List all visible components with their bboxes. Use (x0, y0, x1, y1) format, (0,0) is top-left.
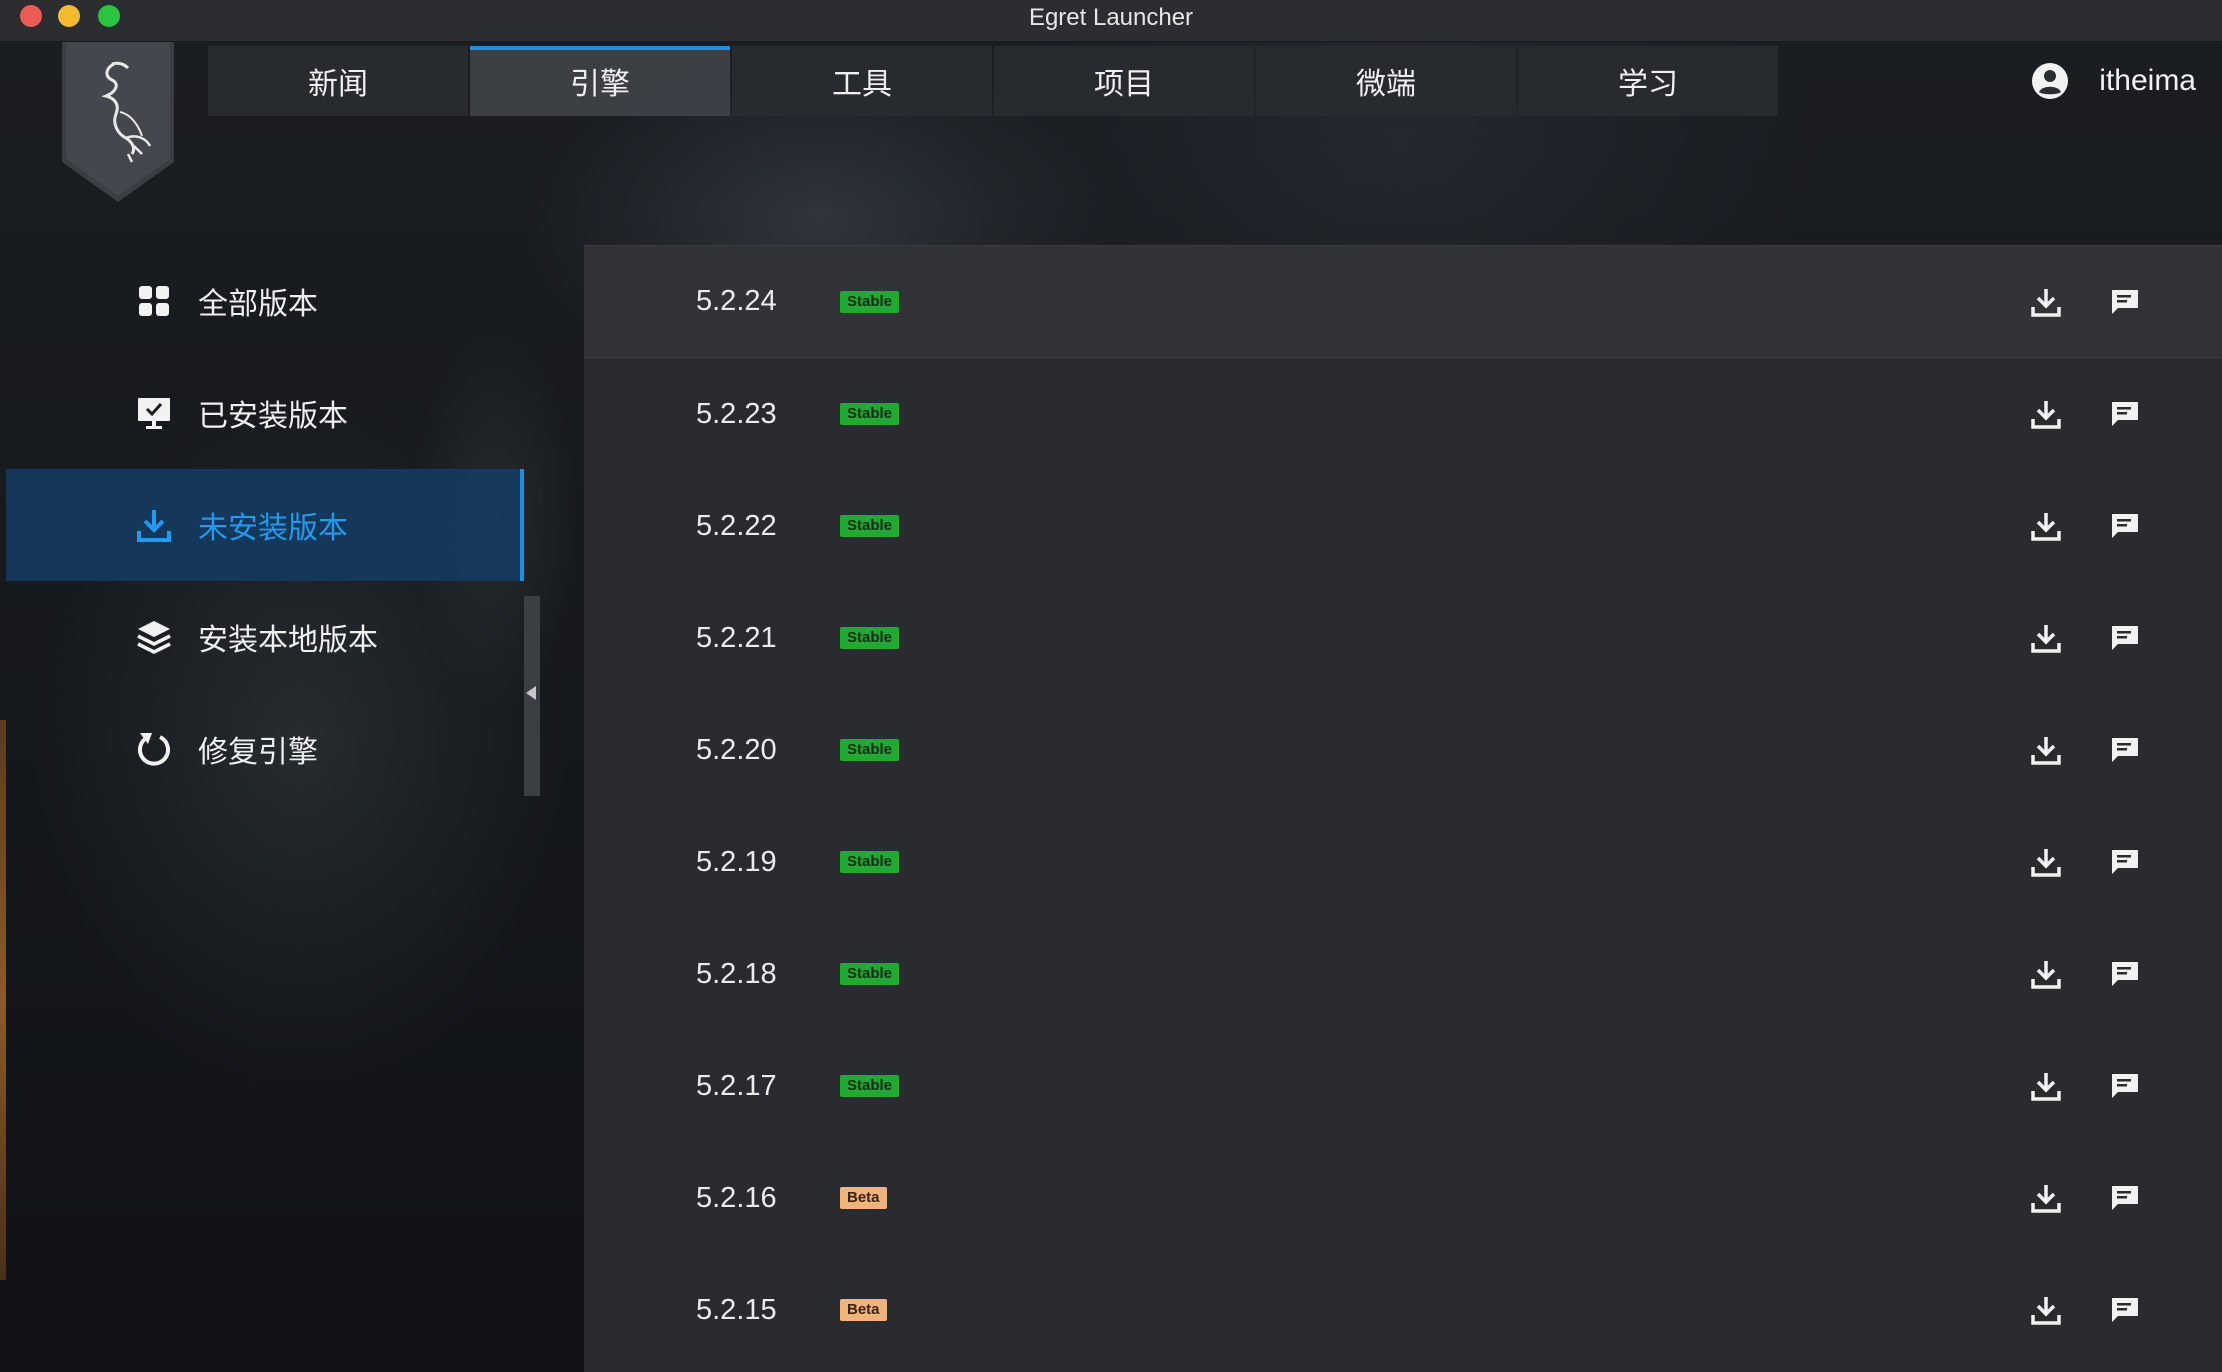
version-row[interactable]: 5.2.21 Stable (584, 582, 2222, 694)
status-badge: Stable (840, 739, 900, 761)
version-row[interactable]: 5.2.24 Stable (584, 246, 2222, 358)
download-icon[interactable] (2030, 1070, 2062, 1102)
status-badge: Stable (840, 403, 900, 425)
layers-icon (137, 621, 171, 654)
tab-label: 项目 (1094, 67, 1154, 102)
release-notes-icon[interactable] (2110, 624, 2140, 652)
status-badge: Stable (840, 290, 900, 313)
status-badge: Stable (840, 515, 900, 537)
sidebar-item-label: 安装本地版本 (198, 623, 378, 658)
sidebar-item-label: 未安装版本 (198, 511, 348, 546)
download-icon[interactable] (2030, 398, 2062, 430)
monitor-check-icon (138, 398, 170, 429)
chevron-left-icon (526, 686, 536, 700)
version-row[interactable]: 5.2.16 Beta (584, 1142, 2222, 1254)
sidebar-item-label: 已安装版本 (198, 399, 348, 434)
version-row[interactable]: 5.2.23 Stable (584, 358, 2222, 470)
status-badge: Stable (840, 1075, 900, 1097)
user-circle-icon (2032, 63, 2069, 99)
tab-label: 工具 (832, 67, 892, 102)
version-row[interactable]: 5.2.18 Stable (584, 918, 2222, 1030)
sidebar-item-label: 全部版本 (198, 287, 318, 322)
version-list: 5.2.24 Stable 5.2.23 Stable 5.2.22 Stabl… (584, 245, 2222, 1372)
version-number: 5.2.24 (696, 285, 777, 317)
version-number: 5.2.22 (696, 509, 777, 542)
tab-projects[interactable]: 项目 (994, 46, 1254, 116)
tab-label: 学习 (1618, 67, 1678, 102)
download-icon[interactable] (2030, 846, 2062, 878)
window-title: Egret Launcher (1028, 4, 1194, 31)
launcher-window: Egret Launcher 新闻 引擎 工具 项目 微端 学习 itheima (0, 0, 2222, 1372)
sidebar-item-not-installed[interactable]: 未安装版本 (6, 469, 524, 581)
status-badge: Stable (840, 851, 900, 873)
release-notes-icon[interactable] (2110, 736, 2140, 764)
download-icon[interactable] (2030, 734, 2062, 766)
version-number: 5.2.17 (696, 1069, 777, 1102)
release-notes-icon[interactable] (2110, 1296, 2140, 1324)
tab-news[interactable]: 新闻 (208, 46, 468, 116)
status-badge: Stable (840, 963, 900, 985)
sidebar-item-label: 修复引擎 (198, 735, 318, 770)
version-number: 5.2.20 (696, 733, 777, 766)
release-notes-icon[interactable] (2110, 960, 2140, 988)
download-icon[interactable] (2030, 958, 2062, 990)
egret-logo-icon[interactable] (62, 42, 174, 202)
tab-label: 新闻 (308, 67, 368, 102)
grid-icon (139, 286, 169, 316)
version-row[interactable]: 5.2.20 Stable (584, 694, 2222, 806)
refresh-icon (138, 733, 170, 766)
download-icon[interactable] (2030, 286, 2062, 318)
tab-learn[interactable]: 学习 (1518, 46, 1778, 116)
release-notes-icon[interactable] (2110, 288, 2140, 316)
version-number: 5.2.23 (696, 397, 777, 430)
sidebar-item-all-versions[interactable]: 全部版本 (6, 245, 524, 357)
version-number: 5.2.21 (696, 621, 777, 654)
tab-engine[interactable]: 引擎 (470, 46, 730, 116)
sidebar-collapse-handle[interactable] (524, 596, 540, 796)
status-badge: Stable (840, 627, 900, 649)
user-name: itheima (2099, 64, 2196, 97)
tab-label: 引擎 (570, 67, 630, 102)
top-nav: 新闻 引擎 工具 项目 微端 学习 (208, 46, 1780, 116)
download-icon[interactable] (2030, 1294, 2062, 1326)
download-icon[interactable] (2030, 510, 2062, 542)
version-number: 5.2.15 (696, 1293, 777, 1326)
tab-label: 微端 (1356, 67, 1416, 102)
tab-tools[interactable]: 工具 (732, 46, 992, 116)
version-row[interactable]: 5.2.19 Stable (584, 806, 2222, 918)
tab-microclient[interactable]: 微端 (1256, 46, 1516, 116)
version-number: 5.2.19 (696, 845, 777, 878)
download-icon[interactable] (2030, 622, 2062, 654)
status-badge: Beta (840, 1299, 887, 1321)
sidebar-item-repair-engine[interactable]: 修复引擎 (6, 693, 524, 805)
user-menu[interactable]: itheima (2031, 56, 2196, 106)
release-notes-icon[interactable] (2110, 1184, 2140, 1212)
download-icon (137, 510, 171, 542)
version-row[interactable]: 5.2.22 Stable (584, 470, 2222, 582)
version-number: 5.2.16 (696, 1181, 777, 1214)
release-notes-icon[interactable] (2110, 400, 2140, 428)
sidebar-item-install-local[interactable]: 安装本地版本 (6, 581, 524, 693)
status-badge: Beta (840, 1187, 887, 1209)
version-row[interactable]: 5.2.17 Stable (584, 1030, 2222, 1142)
release-notes-icon[interactable] (2110, 848, 2140, 876)
release-notes-icon[interactable] (2110, 512, 2140, 540)
sidebar-item-installed[interactable]: 已安装版本 (6, 357, 524, 469)
version-row[interactable]: 5.2.15 Beta (584, 1254, 2222, 1366)
download-icon[interactable] (2030, 1182, 2062, 1214)
release-notes-icon[interactable] (2110, 1072, 2140, 1100)
sidebar: 全部版本 已安装版本 未安装版本 安装本地版本 修复引擎 (6, 245, 524, 805)
version-number: 5.2.18 (696, 957, 777, 990)
title-bar: Egret Launcher (0, 0, 2222, 42)
